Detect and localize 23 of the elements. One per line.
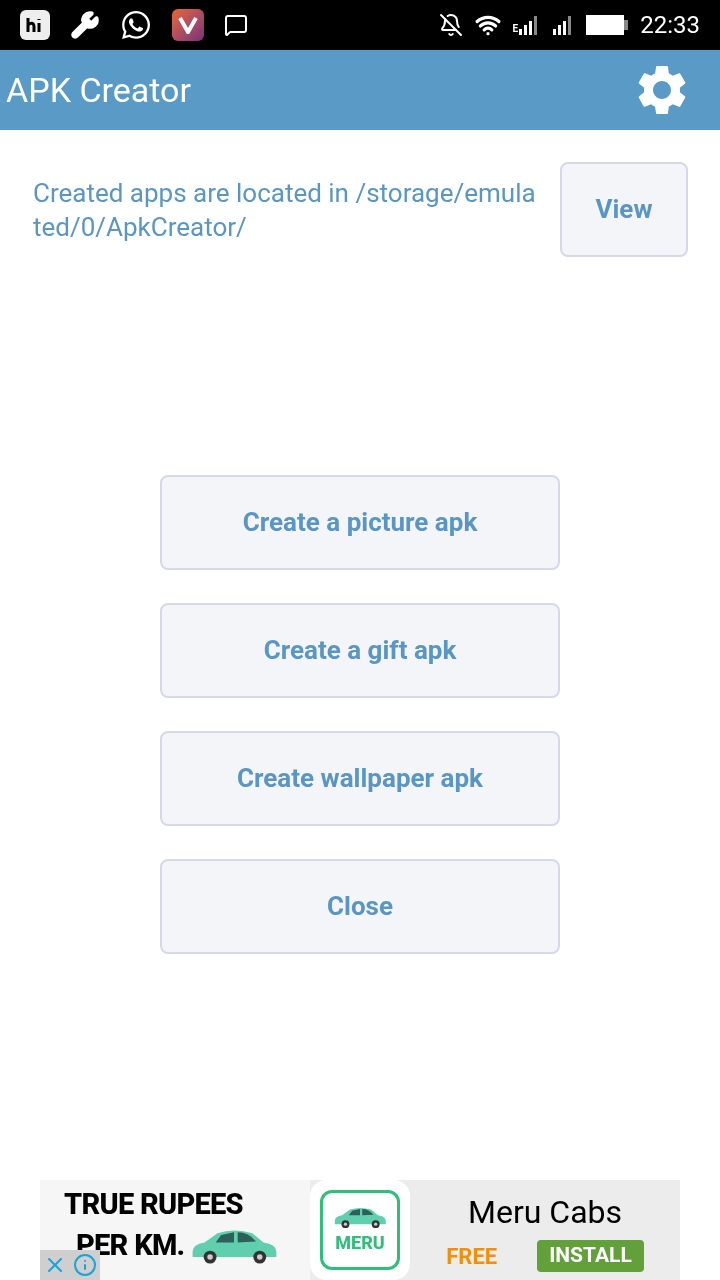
action-button[interactable]: Create wallpaper apk — [160, 731, 560, 826]
app-title: APK Creator — [6, 68, 191, 112]
close-button[interactable] — [40, 1250, 70, 1280]
clock: 22:33 — [640, 10, 700, 41]
location-text: Created apps are located in /storage/emulated/0/ApkCreator/ — [33, 177, 537, 244]
ad-logo: MERU — [335, 1231, 385, 1256]
whatsapp-icon — [120, 9, 152, 41]
network-type: E — [512, 22, 519, 36]
wrench-icon — [70, 10, 100, 40]
battery-icon — [586, 15, 629, 35]
action-button[interactable]: Close — [160, 859, 560, 954]
video-app-icon — [172, 9, 204, 41]
info-icon — [73, 1253, 97, 1277]
install-button[interactable]: INSTALL — [537, 1240, 644, 1272]
ad-price: FREE — [446, 1242, 498, 1271]
message-icon — [224, 13, 248, 37]
ad-app-name: Meru Cabs — [467, 1191, 622, 1233]
ad-headline: TRUE RUPEES — [64, 1186, 244, 1223]
bell-off-icon — [438, 13, 463, 37]
action-button[interactable]: Create a gift apk — [160, 603, 560, 698]
action-button[interactable]: Create a picture apk — [160, 475, 560, 570]
view-button[interactable]: View — [560, 162, 688, 257]
chat-app-icon — [20, 10, 50, 40]
